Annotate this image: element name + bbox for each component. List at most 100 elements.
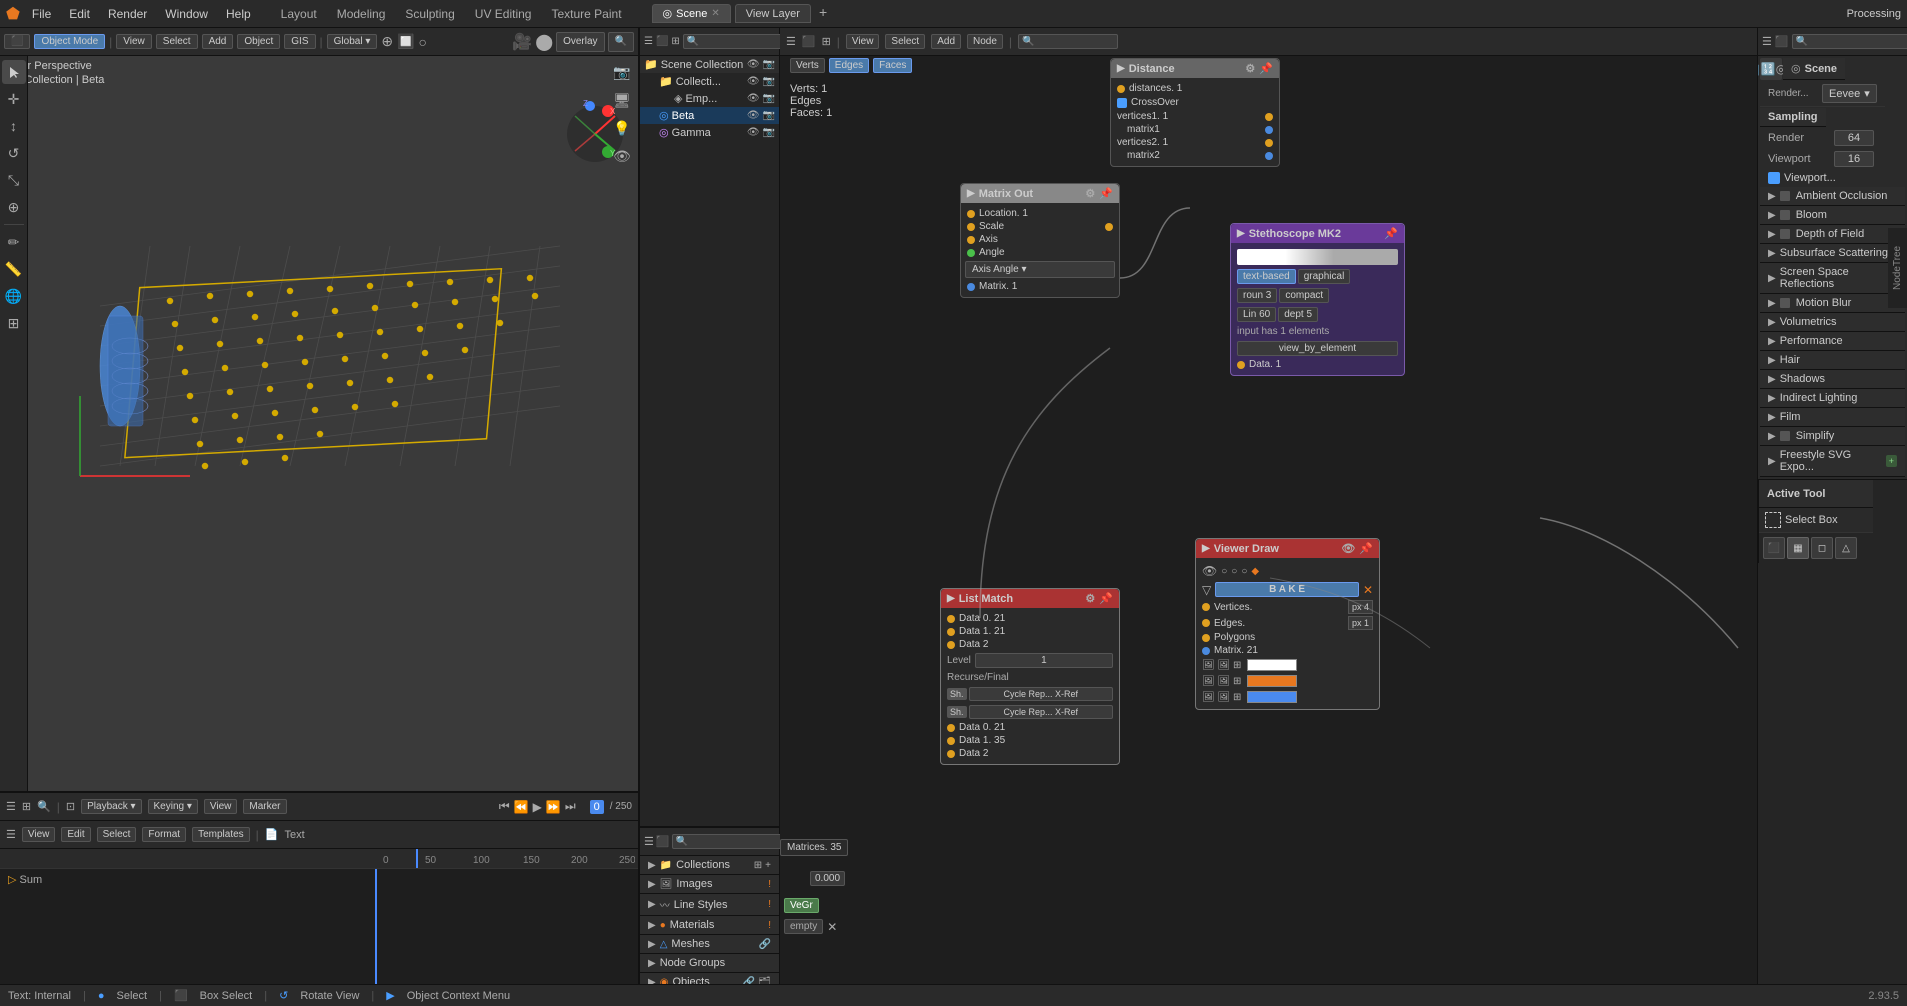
- eye-visibility-icon[interactable]: 👁: [747, 59, 760, 70]
- object-menu[interactable]: Object: [237, 34, 280, 49]
- crossover-check[interactable]: [1117, 98, 1127, 108]
- timeline-grid-icon[interactable]: ⊞: [22, 800, 31, 813]
- v-marker-icon[interactable]: ◆: [1251, 566, 1259, 577]
- viewport-mode-toggle[interactable]: ⬛: [4, 34, 30, 49]
- level-value[interactable]: 1: [975, 653, 1113, 668]
- beta-eye-icon[interactable]: 👁: [747, 110, 760, 121]
- ne-select-btn[interactable]: Select: [885, 34, 925, 49]
- sidebar-transform-icon[interactable]: ⊕: [2, 195, 26, 219]
- v-circle3-icon[interactable]: ○: [1241, 566, 1247, 577]
- overlay-shading-icon[interactable]: 💡: [610, 116, 634, 140]
- render-visibility-icon[interactable]: 📷: [763, 59, 775, 70]
- overlay-toggle[interactable]: Overlay: [556, 32, 604, 52]
- lin-btn[interactable]: Lin 60: [1237, 307, 1276, 322]
- gamma-cam-icon[interactable]: 📷: [763, 127, 775, 138]
- ne-extra-icon[interactable]: ⊞: [822, 35, 831, 48]
- beta-cam-icon[interactable]: 📷: [763, 110, 775, 121]
- timeline-type-icon[interactable]: ⊡: [66, 800, 75, 813]
- mb-check[interactable]: [1780, 298, 1790, 308]
- sss-section[interactable]: ▶ Subsurface Scattering: [1760, 244, 1905, 263]
- status-rotate-icon[interactable]: ↺: [279, 989, 288, 1002]
- orange-swatch[interactable]: [1247, 675, 1297, 687]
- props-menu-icon[interactable]: ☰: [644, 835, 654, 848]
- node-tree-search[interactable]: [1018, 34, 1118, 49]
- freestyle-section[interactable]: ▶ Freestyle SVG Expo... +: [1760, 446, 1905, 477]
- shadows-section[interactable]: ▶ Shadows: [1760, 370, 1905, 389]
- ne-view-btn[interactable]: View: [846, 34, 880, 49]
- text-type-icon[interactable]: 📄: [265, 828, 279, 841]
- white-swatch[interactable]: [1247, 659, 1297, 671]
- axis-in-dot[interactable]: [967, 236, 975, 244]
- swatch2[interactable]: 🖼: [1217, 660, 1230, 671]
- verts-button[interactable]: Verts: [790, 58, 825, 73]
- swatch1[interactable]: 🖼: [1202, 660, 1215, 671]
- tab-sculpting[interactable]: Sculpting: [399, 5, 460, 23]
- marker-menu[interactable]: Marker: [243, 799, 286, 814]
- distance-options-icon[interactable]: ⚙: [1245, 62, 1255, 75]
- list-icon[interactable]: ⊞: [754, 860, 762, 871]
- outliner-gamma-item[interactable]: ◎ Gamma 👁 📷: [640, 124, 779, 141]
- search-button[interactable]: 🔍: [608, 32, 634, 52]
- text-format-menu[interactable]: Format: [142, 827, 186, 842]
- add-icon[interactable]: +: [765, 860, 771, 871]
- keying-menu[interactable]: Keying ▾: [148, 799, 198, 814]
- tab-uv-editing[interactable]: UV Editing: [469, 5, 538, 23]
- viewer-edge-in-dot[interactable]: [1202, 619, 1210, 627]
- render-engine-dropdown[interactable]: Eevee ▾: [1822, 84, 1877, 103]
- node-distance[interactable]: ▶ Distance ⚙ 📌 distances. 1 CrossOver: [1110, 58, 1280, 167]
- data0-out-dot[interactable]: [947, 724, 955, 732]
- outliner-type-icon[interactable]: ⬛: [656, 36, 668, 47]
- text-edit-menu[interactable]: Edit: [61, 827, 90, 842]
- compact-btn[interactable]: compact: [1279, 288, 1329, 303]
- ne-node-btn[interactable]: Node: [967, 34, 1003, 49]
- mesh-add-icon[interactable]: 🔗: [759, 939, 771, 950]
- dept-btn[interactable]: dept 5: [1278, 307, 1318, 322]
- data2-out-dot[interactable]: [947, 750, 955, 758]
- item-cam-icon[interactable]: 📷: [763, 76, 775, 87]
- emp-cam-icon[interactable]: 📷: [763, 93, 775, 104]
- shading-icon[interactable]: ⬤: [535, 32, 553, 52]
- sidebar-scale-icon[interactable]: ⤡: [2, 168, 26, 192]
- tool-option3[interactable]: ◻: [1811, 537, 1833, 559]
- data2-in-dot[interactable]: [947, 641, 955, 649]
- v-circle2-icon[interactable]: ○: [1231, 566, 1237, 577]
- blue-swatch[interactable]: [1247, 691, 1297, 703]
- sidebar-select-icon[interactable]: [2, 60, 26, 84]
- tab-layout[interactable]: Layout: [275, 5, 323, 23]
- edges-button[interactable]: Edges: [829, 58, 869, 73]
- overlay-extra2-icon[interactable]: 👁: [610, 144, 634, 168]
- frame-counter[interactable]: 0: [590, 800, 604, 814]
- render-type-icon[interactable]: 🎥 📄 🔢 ◎ 🌍 ⊡: [1760, 58, 1782, 80]
- empty-btn[interactable]: empty: [784, 919, 823, 934]
- swatch8[interactable]: 🖼: [1217, 692, 1230, 703]
- node-stethoscope[interactable]: ▶ Stethoscope MK2 📌 text-based graphical: [1230, 223, 1405, 376]
- props-filter-icon[interactable]: ⬛: [656, 835, 670, 848]
- bake-button[interactable]: B A K E: [1215, 582, 1359, 597]
- v-eye-icon[interactable]: 👁: [1202, 564, 1217, 578]
- item-eye-icon[interactable]: 👁: [747, 76, 760, 87]
- view-menu-timeline[interactable]: View: [204, 799, 238, 814]
- scale-in-dot[interactable]: [967, 223, 975, 231]
- close-icon[interactable]: ✕: [711, 8, 719, 19]
- volumetrics-section[interactable]: ▶ Volumetrics: [1760, 313, 1905, 332]
- render-value[interactable]: 64: [1834, 130, 1874, 146]
- tool-option4[interactable]: △: [1835, 537, 1857, 559]
- data1-out-dot[interactable]: [947, 737, 955, 745]
- simplify-section[interactable]: ▶ Simplify: [1760, 427, 1905, 446]
- roun-btn[interactable]: roun 3: [1237, 288, 1277, 303]
- sidebar-cursor-icon[interactable]: ✛: [2, 87, 26, 111]
- viewport-denoising-check[interactable]: [1768, 172, 1780, 184]
- swatch7[interactable]: 🖼: [1202, 692, 1215, 703]
- collections-header[interactable]: ▶ 📁 Collections ⊞ +: [640, 856, 779, 875]
- viewport-value[interactable]: 16: [1834, 151, 1874, 167]
- matrix-out-dot[interactable]: [967, 283, 975, 291]
- rp-menu-icon[interactable]: ☰: [1762, 35, 1772, 48]
- list-options-icon[interactable]: ⚙: [1085, 592, 1095, 605]
- stethoscope-pin-icon[interactable]: 📌: [1384, 227, 1398, 240]
- rp-search-input[interactable]: [1792, 34, 1907, 49]
- playhead[interactable]: [416, 849, 418, 868]
- tool-option1[interactable]: ⬛: [1763, 537, 1785, 559]
- dof-check[interactable]: [1780, 229, 1790, 239]
- ao-check[interactable]: [1780, 191, 1790, 201]
- text-menu-icon[interactable]: ☰: [6, 828, 16, 841]
